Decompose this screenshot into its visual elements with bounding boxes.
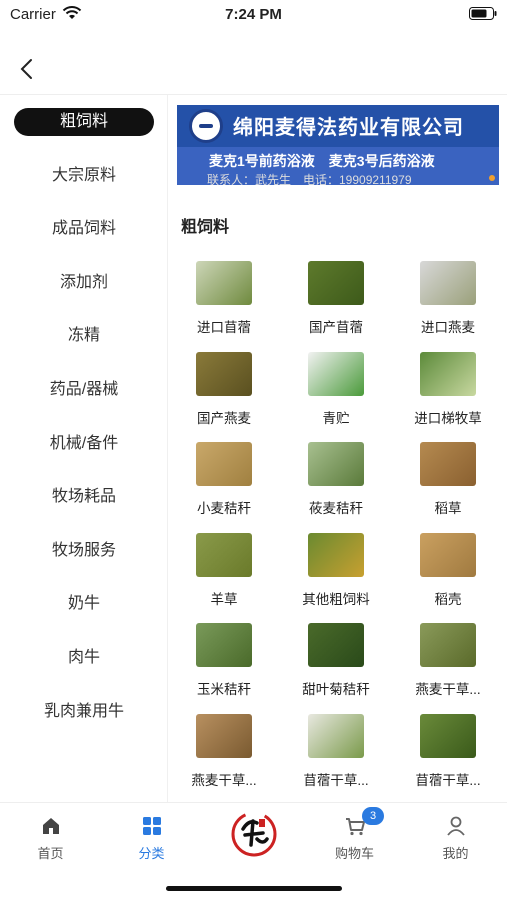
- product-thumbnail: [420, 261, 476, 305]
- product-item[interactable]: 国产燕麦: [168, 346, 280, 434]
- product-label: 玉米秸秆: [197, 682, 251, 697]
- product-thumbnail: [420, 532, 476, 577]
- product-item[interactable]: 国产苜蓿: [280, 255, 392, 343]
- product-thumbnail: [308, 713, 364, 758]
- tab-cart-label: 购物车: [334, 846, 374, 861]
- section-title: 粗饲料: [181, 219, 230, 236]
- cart-count-badge: 3: [362, 807, 384, 825]
- product-label: 莜麦秸秆: [309, 501, 363, 516]
- brand-logo[interactable]: [229, 809, 279, 859]
- clock: 7:24 PM: [225, 6, 282, 23]
- sidebar-item[interactable]: 添加剂: [14, 269, 154, 297]
- product-thumbnail: [420, 442, 476, 486]
- product-item[interactable]: 羊草: [168, 527, 280, 615]
- product-label: 小麦秸秆: [197, 501, 251, 516]
- product-label: 甜叶菊秸秆: [302, 682, 370, 697]
- sidebar-item[interactable]: 机械/备件: [14, 430, 154, 458]
- banner-company-name: 绵阳麦得法药业有限公司: [233, 117, 464, 139]
- company-logo-icon: [189, 109, 223, 143]
- product-item[interactable]: 稻草: [392, 436, 504, 524]
- product-item[interactable]: 燕麦干草...: [168, 708, 280, 796]
- tab-profile[interactable]: 我的: [405, 803, 506, 863]
- product-label: 苜蓿干草...: [303, 772, 369, 788]
- ad-banner[interactable]: 绵阳麦得法药业有限公司 麦克1号前药浴液 麦克3号后药浴液 联系人：武先生 电话…: [177, 105, 499, 185]
- home-indicator: [166, 886, 342, 891]
- tab-home-label: 首页: [37, 846, 64, 861]
- sidebar-item[interactable]: 大宗原料: [14, 162, 154, 190]
- sidebar-item[interactable]: 奶牛: [14, 590, 154, 618]
- banner-indicator-dot: [489, 175, 495, 181]
- product-item[interactable]: 进口燕麦: [392, 255, 504, 343]
- banner-products: 麦克1号前药浴液 麦克3号后药浴液: [209, 153, 435, 169]
- product-thumbnail: [196, 713, 252, 758]
- category-sidebar: 粗饲料大宗原料成品饲料添加剂冻精药品/器械机械/备件牧场耗品牧场服务奶牛肉牛乳肉…: [0, 95, 168, 802]
- sidebar-item[interactable]: 粗饲料: [14, 108, 154, 136]
- banner-header: 绵阳麦得法药业有限公司: [177, 105, 499, 147]
- tab-cart[interactable]: 3 购物车: [304, 803, 405, 863]
- product-label: 羊草: [210, 591, 238, 607]
- home-icon: [43, 818, 59, 834]
- nav-bar: [0, 44, 507, 94]
- product-item[interactable]: 其他粗饲料: [280, 527, 392, 615]
- tab-profile-label: 我的: [442, 846, 469, 861]
- product-label: 进口燕麦: [421, 320, 475, 335]
- product-item[interactable]: 稻壳: [392, 527, 504, 615]
- product-item[interactable]: 燕麦干草...: [392, 617, 504, 705]
- product-label: 国产燕麦: [197, 410, 251, 426]
- product-label: 苜蓿干草...: [415, 772, 481, 788]
- sidebar-item[interactable]: 冻精: [14, 322, 154, 350]
- sidebar-item[interactable]: 牧场服务: [14, 537, 154, 565]
- back-button[interactable]: [12, 54, 42, 84]
- product-thumbnail: [196, 261, 252, 305]
- product-thumbnail: [308, 623, 364, 667]
- product-item[interactable]: 莜麦秸秆: [280, 436, 392, 524]
- product-label: 进口苜蓿: [197, 320, 251, 335]
- product-thumbnail: [196, 351, 252, 396]
- product-thumbnail: [196, 532, 252, 577]
- product-thumbnail: [196, 442, 252, 486]
- product-item[interactable]: 进口苜蓿: [168, 255, 280, 343]
- category-grid-icon: [143, 817, 161, 835]
- status-bar: Carrier 7:24 PM: [0, 0, 507, 30]
- product-item[interactable]: 进口梯牧草: [392, 346, 504, 434]
- tab-category[interactable]: 分类: [101, 803, 202, 863]
- product-label: 燕麦干草...: [191, 772, 257, 788]
- banner-footer: 麦克1号前药浴液 麦克3号后药浴液 联系人：武先生 电话：19909211979: [177, 147, 499, 185]
- product-item[interactable]: 玉米秸秆: [168, 617, 280, 705]
- person-icon: [447, 816, 465, 836]
- product-item[interactable]: 小麦秸秆: [168, 436, 280, 524]
- product-thumbnail: [308, 351, 364, 396]
- product-label: 稻壳: [434, 591, 462, 607]
- product-item[interactable]: 苜蓿干草...: [280, 708, 392, 796]
- tab-category-label: 分类: [138, 846, 165, 861]
- product-thumbnail: [420, 623, 476, 667]
- product-item[interactable]: 甜叶菊秸秆: [280, 617, 392, 705]
- banner-contact: 联系人：武先生 电话：19909211979: [207, 173, 412, 185]
- category-content: 绵阳麦得法药业有限公司 麦克1号前药浴液 麦克3号后药浴液 联系人：武先生 电话…: [168, 95, 507, 802]
- product-label: 燕麦干草...: [415, 682, 481, 697]
- sidebar-item[interactable]: 牧场耗品: [14, 483, 154, 511]
- product-thumbnail: [196, 623, 252, 667]
- product-label: 进口梯牧草: [414, 410, 482, 426]
- product-thumbnail: [308, 261, 364, 305]
- product-thumbnail: [308, 442, 364, 486]
- product-label: 国产苜蓿: [309, 320, 363, 335]
- product-item[interactable]: 青贮: [280, 346, 392, 434]
- product-thumbnail: [420, 713, 476, 758]
- product-label: 其他粗饲料: [302, 591, 370, 607]
- product-item[interactable]: 苜蓿干草...: [392, 708, 504, 796]
- sidebar-item[interactable]: 乳肉兼用牛: [14, 698, 154, 726]
- product-label: 青贮: [322, 410, 350, 426]
- product-thumbnail: [308, 532, 364, 577]
- battery-icon: [469, 7, 497, 20]
- tab-home[interactable]: 首页: [0, 803, 101, 863]
- product-thumbnail: [420, 351, 476, 396]
- sidebar-item[interactable]: 成品饲料: [14, 215, 154, 243]
- sidebar-item[interactable]: 肉牛: [14, 644, 154, 672]
- sidebar-item[interactable]: 药品/器械: [14, 376, 154, 404]
- product-label: 稻草: [434, 501, 462, 516]
